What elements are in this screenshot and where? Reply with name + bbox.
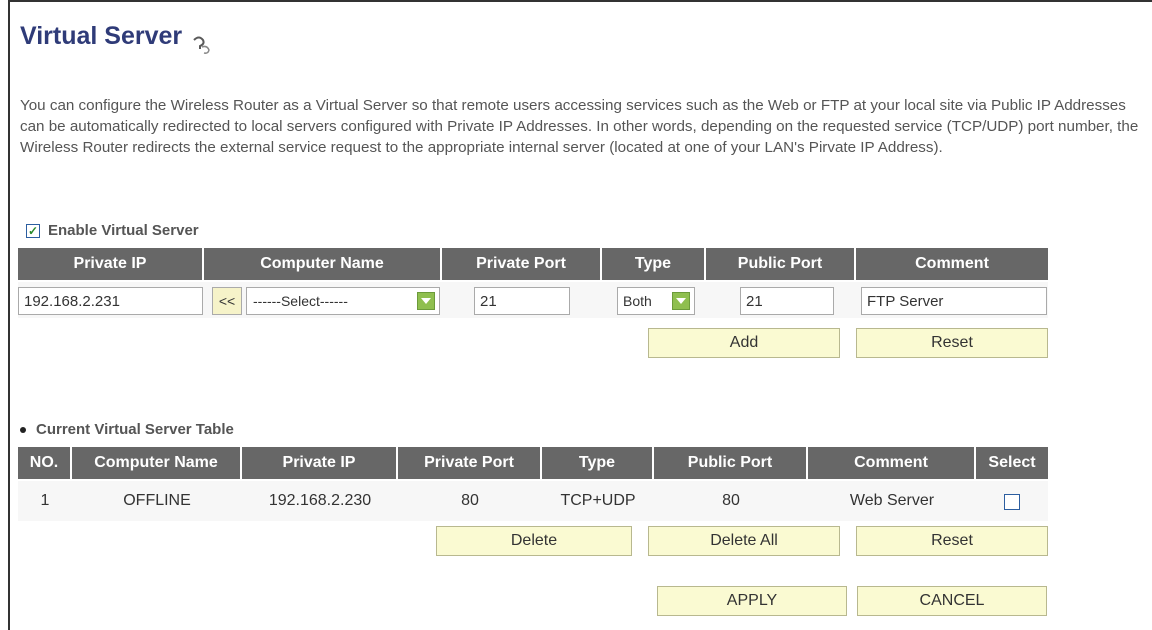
enable-virtual-server[interactable]: ✓ Enable Virtual Server bbox=[26, 222, 199, 239]
row-private-ip: 192.168.2.230 bbox=[268, 492, 372, 509]
private-ip-input[interactable]: 192.168.2.231 bbox=[18, 287, 203, 315]
add-button[interactable]: Add bbox=[648, 328, 840, 358]
table-header-no: NO. bbox=[18, 447, 72, 479]
type-select-value: Both bbox=[623, 293, 652, 309]
current-table-title: Current Virtual Server Table bbox=[20, 421, 234, 438]
row-select-checkbox[interactable] bbox=[1004, 494, 1020, 510]
row-type: TCP+UDP bbox=[560, 492, 636, 509]
delete-button[interactable]: Delete bbox=[436, 526, 632, 556]
header-type: Type bbox=[602, 248, 706, 280]
page-title: Virtual Server bbox=[20, 22, 212, 54]
table-header-private-port: Private Port bbox=[398, 447, 542, 479]
copy-computer-name-button[interactable]: << bbox=[212, 287, 242, 315]
public-port-input[interactable]: 21 bbox=[740, 287, 834, 315]
header-public-port: Public Port bbox=[706, 248, 856, 280]
row-private-port: 80 bbox=[461, 492, 479, 509]
page-description: You can configure the Wireless Router as… bbox=[20, 97, 1139, 156]
reset-table-button[interactable]: Reset bbox=[856, 526, 1048, 556]
row-computer-name: OFFLINE bbox=[123, 492, 191, 509]
reset-entry-button[interactable]: Reset bbox=[856, 328, 1048, 358]
header-private-ip: Private IP bbox=[18, 248, 204, 280]
help-question-icon[interactable] bbox=[190, 33, 212, 54]
enable-label: Enable Virtual Server bbox=[48, 222, 199, 239]
header-computer-name: Computer Name bbox=[204, 248, 442, 280]
row-no: 1 bbox=[40, 492, 50, 509]
cancel-button[interactable]: CANCEL bbox=[857, 586, 1047, 616]
table-header-public-port: Public Port bbox=[654, 447, 808, 479]
apply-button[interactable]: APPLY bbox=[657, 586, 847, 616]
table-header-comment: Comment bbox=[808, 447, 976, 479]
table-header-computer-name: Computer Name bbox=[72, 447, 242, 479]
bullet-icon bbox=[20, 426, 26, 433]
private-port-input[interactable]: 21 bbox=[474, 287, 570, 315]
table-header-type: Type bbox=[542, 447, 654, 479]
table-header-select: Select bbox=[976, 447, 1048, 479]
delete-all-button[interactable]: Delete All bbox=[648, 526, 840, 556]
enable-checkbox[interactable]: ✓ bbox=[26, 223, 40, 238]
chevron-down-icon bbox=[672, 292, 690, 310]
computer-name-select-value: ------Select------ bbox=[253, 293, 348, 309]
row-public-port: 80 bbox=[722, 492, 740, 509]
header-private-port: Private Port bbox=[442, 248, 602, 280]
header-comment: Comment bbox=[856, 248, 1048, 280]
type-select[interactable]: Both bbox=[617, 287, 695, 315]
table-header-private-ip: Private IP bbox=[242, 447, 398, 479]
comment-input[interactable]: FTP Server bbox=[861, 287, 1047, 315]
current-table-title-text: Current Virtual Server Table bbox=[36, 421, 234, 438]
chevron-down-icon bbox=[417, 292, 435, 310]
computer-name-select[interactable]: ------Select------ bbox=[246, 287, 440, 315]
row-comment: Web Server bbox=[849, 492, 935, 509]
page-title-text: Virtual Server bbox=[20, 22, 183, 50]
